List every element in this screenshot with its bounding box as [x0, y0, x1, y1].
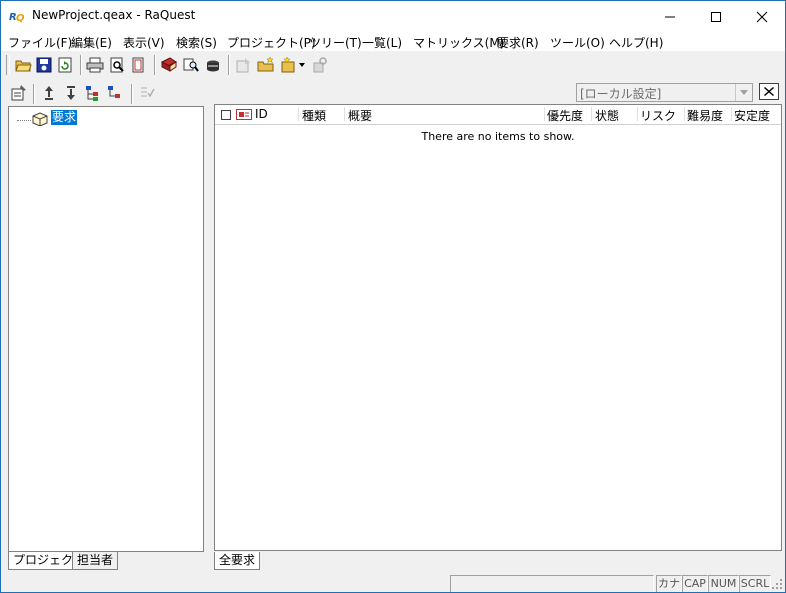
- column-risk[interactable]: リスク: [640, 107, 676, 124]
- menu-matrix[interactable]: マトリックス(M): [413, 34, 504, 51]
- book-icon[interactable]: [160, 56, 178, 74]
- new-folder-icon[interactable]: [257, 56, 275, 74]
- tab-assignee[interactable]: 担当者: [72, 552, 119, 570]
- view-setting-select[interactable]: [ローカル設定]: [576, 83, 753, 102]
- status-bar: カナ CAP NUM SCRL: [1, 573, 785, 592]
- left-pane: 要求 プロジェクト 担当者: [4, 80, 204, 571]
- requirement-tree[interactable]: 要求: [8, 106, 204, 552]
- close-icon: [764, 87, 774, 96]
- column-status[interactable]: 状態: [595, 107, 619, 124]
- move-down-icon[interactable]: [62, 84, 80, 102]
- close-button[interactable]: [739, 1, 785, 31]
- menu-help[interactable]: ヘルプ(H): [609, 34, 663, 51]
- refresh-icon[interactable]: [56, 56, 74, 74]
- toolbar-grip[interactable]: [6, 55, 10, 75]
- pane-splitter[interactable]: [206, 78, 210, 572]
- toolbar-separator: [33, 84, 35, 104]
- column-summary[interactable]: 概要: [348, 107, 372, 124]
- window-title: NewProject.qeax - RaQuest: [32, 8, 196, 22]
- tree-toolbar: [4, 80, 204, 106]
- status-caps-lock: CAP: [682, 575, 708, 592]
- empty-list-message: There are no items to show.: [421, 130, 575, 143]
- toolbar-separator: [154, 55, 156, 75]
- search-book-icon[interactable]: [182, 56, 200, 74]
- dropdown-arrow-icon[interactable]: [299, 63, 305, 67]
- column-difficulty[interactable]: 難易度: [687, 107, 723, 124]
- toolbar-separator: [228, 55, 230, 75]
- status-scroll-lock: SCRL: [739, 575, 771, 592]
- raquest-logo-icon: R Q: [9, 12, 25, 23]
- collapse-tree-icon[interactable]: [106, 84, 124, 102]
- tree-node-requirement[interactable]: 要求: [51, 110, 78, 125]
- minimize-button[interactable]: [647, 1, 693, 31]
- main-toolbar: [1, 51, 785, 78]
- close-icon: [756, 11, 768, 23]
- print-preview-icon[interactable]: [108, 56, 126, 74]
- menu-search[interactable]: 検索(S): [176, 34, 217, 51]
- resize-grip-icon[interactable]: [771, 578, 783, 590]
- properties-icon[interactable]: [10, 84, 28, 102]
- toolbar-separator: [80, 55, 82, 75]
- column-separator[interactable]: [544, 107, 545, 121]
- status-num-lock: NUM: [708, 575, 739, 592]
- requirement-list[interactable]: ID 種類 概要 優先度 状態 リスク 難易度 安定度 There are no…: [214, 104, 782, 551]
- settings-icon: [313, 57, 327, 73]
- column-separator[interactable]: [591, 107, 592, 121]
- column-separator[interactable]: [731, 107, 732, 121]
- menu-project[interactable]: プロジェクト(P): [227, 34, 316, 51]
- maximize-icon: [711, 12, 721, 22]
- tree-connector: [17, 120, 31, 121]
- status-message: [450, 575, 654, 592]
- properties-icon: [236, 58, 250, 73]
- print-icon[interactable]: [86, 56, 104, 74]
- expand-tree-icon[interactable]: [84, 84, 102, 102]
- column-separator[interactable]: [344, 107, 345, 121]
- open-folder-icon[interactable]: [14, 56, 32, 74]
- requirement-type-icon: [236, 109, 252, 120]
- column-priority[interactable]: 優先度: [547, 107, 583, 124]
- select-all-checkbox[interactable]: [221, 110, 231, 120]
- column-type[interactable]: 種類: [302, 107, 326, 124]
- document-icon[interactable]: [129, 56, 147, 74]
- column-separator[interactable]: [298, 107, 299, 121]
- maximize-button[interactable]: [693, 1, 739, 31]
- minimize-icon: [665, 16, 675, 18]
- menu-tools[interactable]: ツール(O): [550, 34, 605, 51]
- database-icon[interactable]: [204, 56, 222, 74]
- check-list-icon: [141, 87, 155, 98]
- right-pane: [ローカル設定] ID 種類 概要 優先度 状態 リスク 難易度 安定度 The…: [212, 80, 784, 571]
- move-up-icon[interactable]: [40, 84, 58, 102]
- status-kana: カナ: [656, 575, 682, 592]
- title-bar: R Q NewProject.qeax - RaQuest: [1, 1, 785, 31]
- package-icon: [32, 112, 48, 126]
- view-setting-dropdown[interactable]: [735, 84, 752, 101]
- chevron-down-icon: [740, 90, 748, 95]
- close-view-button[interactable]: [759, 83, 779, 100]
- add-item-icon[interactable]: [280, 56, 298, 74]
- application-window: R Q NewProject.qeax - RaQuest ファイル(F) 編集…: [0, 0, 786, 593]
- view-setting-value: [ローカル設定]: [580, 87, 662, 101]
- column-separator[interactable]: [637, 107, 638, 121]
- save-icon[interactable]: [35, 56, 53, 74]
- list-header: ID 種類 概要 優先度 状態 リスク 難易度 安定度: [215, 105, 781, 125]
- column-separator[interactable]: [684, 107, 685, 121]
- menu-view[interactable]: 表示(V): [123, 34, 165, 51]
- column-id[interactable]: ID: [255, 107, 268, 121]
- column-stability[interactable]: 安定度: [734, 107, 770, 124]
- tab-all-requirements[interactable]: 全要求: [214, 552, 261, 570]
- menu-edit[interactable]: 編集(E): [71, 34, 112, 51]
- menu-requirement[interactable]: 要求(R): [497, 34, 539, 51]
- menu-file[interactable]: ファイル(F): [8, 34, 72, 51]
- menu-tree[interactable]: ツリー(T): [309, 34, 362, 51]
- svg-text:Q: Q: [16, 13, 25, 23]
- menu-list[interactable]: 一覧(L): [362, 34, 402, 51]
- toolbar-separator: [131, 84, 133, 104]
- menu-bar: ファイル(F) 編集(E) 表示(V) 検索(S) プロジェクト(P) ツリー(…: [1, 31, 785, 51]
